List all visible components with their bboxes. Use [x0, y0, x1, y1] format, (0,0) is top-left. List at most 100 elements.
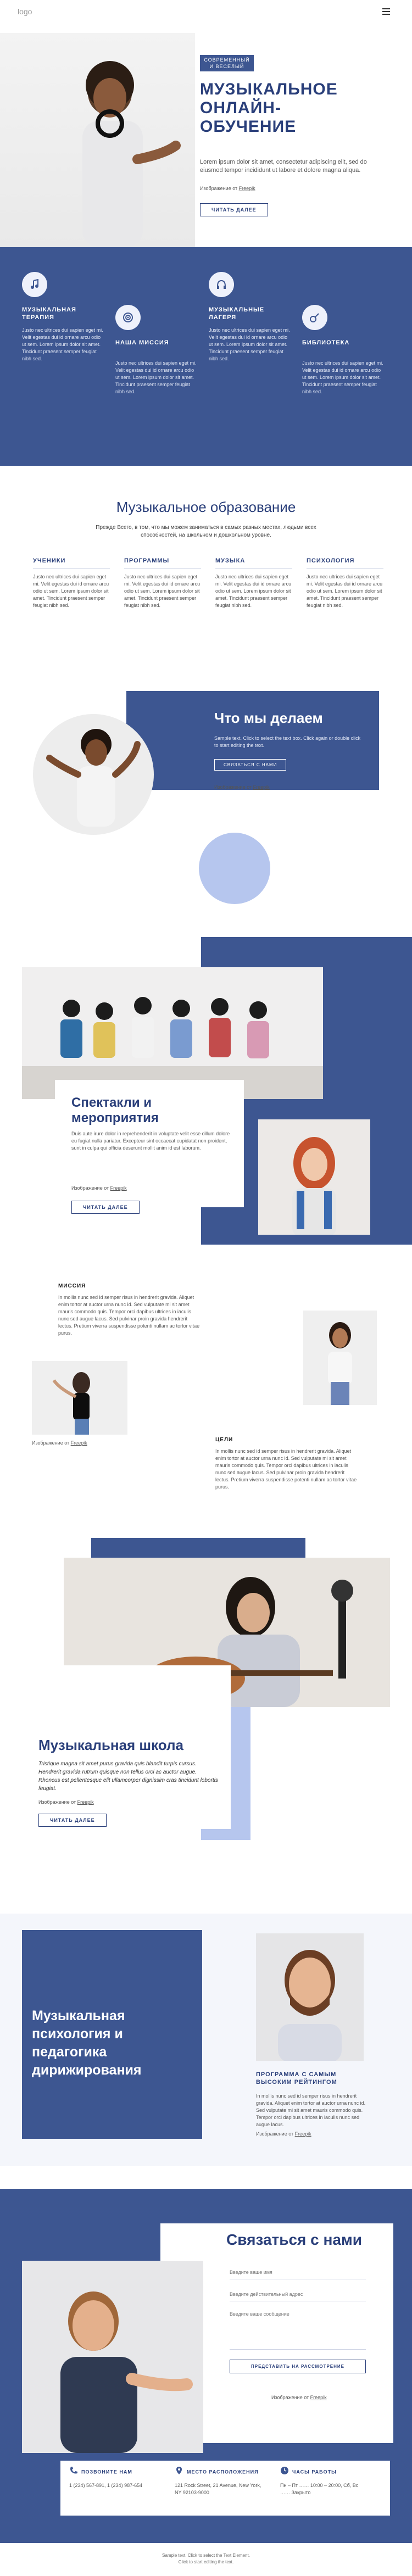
footer-line-1: Sample text. Click to select the Text El…	[162, 2553, 250, 2558]
mission-label: МИССИЯ	[58, 1283, 86, 1289]
girl-with-backpack-illustration	[292, 1137, 336, 1235]
education-column-title: ПСИХОЛОГИЯ	[307, 557, 383, 569]
contact-info-item: ЧАСЫ РАБОТЫ Пн – Пт …… 10:00 – 20:00, Сб,…	[280, 2466, 379, 2496]
psychology-text: In mollis nunc sed id semper risus in he…	[256, 2093, 366, 2127]
education-column-title: УЧЕНИКИ	[33, 557, 110, 569]
freepik-link[interactable]: Freepik	[310, 2395, 327, 2400]
freepik-link[interactable]: Freepik	[77, 1799, 94, 1805]
feature-title: НАША МИССИЯ	[115, 339, 169, 346]
hero-title: МУЗЫКАЛЬНОЕ ОНЛАЙН-ОБУЧЕНИЕ	[200, 80, 338, 136]
phone-icon	[69, 2466, 78, 2478]
feature-item: МУЗЫКАЛЬНЫЕ ЛАГЕРЯ Justo nec ultrices dui…	[209, 272, 291, 363]
header: logo	[0, 0, 412, 22]
events-caption: Изображение от Freepik	[71, 1185, 127, 1191]
feature-title: МУЗЫКАЛЬНЫЕ ЛАГЕРЯ	[209, 306, 265, 321]
hero-badge: СОВРЕМЕННЫЙ И ВЕСЕЛЫЙ	[200, 55, 254, 71]
woman-with-phone-illustration	[328, 1322, 352, 1405]
events-read-more-button[interactable]: ЧИТАТЬ ДАЛЕЕ	[71, 1201, 140, 1214]
events-group-photo	[22, 967, 323, 1099]
hero-text: Lorem ipsum dolor sit amet, consectetur …	[200, 159, 367, 174]
feature-text: Justo nec ultrices dui sapien eget mi. V…	[209, 327, 290, 361]
goals-photo	[303, 1311, 377, 1405]
goals-text: In mollis nunc sed id semper risus in he…	[215, 1448, 357, 1490]
education-section: Музыкальное образование Прежде Всего, в …	[0, 472, 412, 654]
mission-section: МИССИЯ In mollis nunc sed id semper risu…	[0, 1263, 412, 1521]
education-column-text: Justo nec ultrices dui sapien eget mi. V…	[124, 574, 201, 608]
mission-photo	[32, 1361, 127, 1435]
education-text: Прежде Всего, в том, что мы можем занима…	[96, 525, 316, 538]
name-field[interactable]	[230, 2265, 366, 2279]
decorative-circle	[199, 833, 270, 904]
hero-caption: Изображение от Freepik	[200, 186, 255, 191]
education-column-title: ПРОГРАММЫ	[124, 557, 201, 569]
footer-line-2: Click to start editing the text.	[178, 2560, 234, 2564]
contact-photo	[22, 2261, 203, 2453]
events-girl-photo	[258, 1119, 370, 1235]
message-field[interactable]	[230, 2311, 366, 2350]
contact-info-item: МЕСТО РАСПОЛОЖЕНИЯ 121 Rock Street, 21 Av…	[175, 2466, 274, 2496]
what-we-do-title: Что мы делаем	[214, 710, 323, 726]
school-title: Музыкальная школа	[38, 1737, 183, 1753]
feature-item: БИБЛИОТЕКА Justo nec ultrices dui sapien …	[302, 305, 385, 395]
students-group-illustration	[22, 997, 323, 1099]
school-caption: Изображение от Freepik	[38, 1799, 94, 1805]
education-column-text: Justo nec ultrices dui sapien eget mi. V…	[215, 574, 292, 608]
contact-info-title: ПОЗВОНИТЕ НАМ	[81, 2469, 132, 2475]
feature-title: МУЗЫКАЛЬНАЯ ТЕРАПИЯ	[22, 306, 76, 321]
contact-info-value: Пн – Пт …… 10:00 – 20:00, Сб, Вс …… Закр…	[280, 2483, 359, 2495]
education-column-title: МУЗЫКА	[215, 557, 292, 569]
man-with-headphones-illustration	[82, 61, 181, 247]
location-pin-icon	[175, 2466, 183, 2478]
education-column: МУЗЫКА Justo nec ultrices dui sapien eget…	[215, 557, 292, 609]
freepik-link[interactable]: Freepik	[71, 1440, 87, 1446]
hamburger-menu-icon[interactable]	[382, 8, 390, 15]
school-section: Музыкальная школа Tristique magna sit am…	[0, 1532, 412, 1884]
contact-caption: Изображение от Freepik	[271, 2395, 327, 2400]
psychology-section: Музыкальная психология и педагогика дири…	[0, 1914, 412, 2166]
school-read-more-button[interactable]: ЧИТАТЬ ДАЛЕЕ	[38, 1814, 107, 1827]
feature-text: Justo nec ultrices dui sapien eget mi. V…	[22, 327, 103, 361]
what-we-do-caption: Изображение от Freepik	[214, 784, 270, 790]
clock-icon	[280, 2466, 289, 2478]
events-title: Спектакли и мероприятия	[71, 1095, 159, 1125]
mission-caption: Изображение от Freepik	[32, 1440, 87, 1446]
psychology-photo	[256, 1933, 364, 2061]
freepik-link[interactable]: Freepik	[110, 1185, 127, 1191]
contact-info-title: ЧАСЫ РАБОТЫ	[292, 2469, 337, 2475]
education-column: ПСИХОЛОГИЯ Justo nec ultrices dui sapien …	[307, 557, 383, 609]
freepik-link[interactable]: Freepik	[295, 2131, 311, 2137]
contact-info-value: 1 (234) 567-891, 1 (234) 987-654	[69, 2483, 143, 2488]
hero-image	[0, 33, 195, 247]
goals-label: ЦЕЛИ	[215, 1437, 233, 1443]
freepik-link[interactable]: Freepik	[239, 186, 255, 191]
hero-read-more-button[interactable]: ЧИТАТЬ ДАЛЕЕ	[200, 203, 268, 216]
feature-title: БИБЛИОТЕКА	[302, 339, 350, 346]
what-we-do-section: Что мы делаем Sample text. Click to sele…	[0, 665, 412, 917]
guitar-icon	[302, 305, 327, 330]
contact-info-title: МЕСТО РАСПОЛОЖЕНИЯ	[187, 2469, 259, 2475]
bearded-man-illustration	[278, 1950, 342, 2061]
education-column: ПРОГРАММЫ Justo nec ultrices dui sapien e…	[124, 557, 201, 609]
man-pointing-illustration	[46, 729, 141, 827]
psychology-caption: Изображение от Freepik	[256, 2131, 311, 2137]
what-we-do-photo-circle	[33, 714, 154, 835]
email-field[interactable]	[230, 2287, 366, 2301]
contact-info-list: ПОЗВОНИТЕ НАМ 1 (234) 567-891, 1 (234) 98…	[69, 2466, 388, 2510]
education-column-text: Justo nec ultrices dui sapien eget mi. V…	[33, 574, 109, 608]
logo[interactable]: logo	[18, 7, 32, 16]
education-columns: УЧЕНИКИ Justo nec ultrices dui sapien ege…	[33, 557, 385, 634]
what-we-do-text: Sample text. Click to select the text bo…	[214, 735, 361, 748]
education-column: УЧЕНИКИ Justo nec ultrices dui sapien ege…	[33, 557, 110, 609]
contact-info-item: ПОЗВОНИТЕ НАМ 1 (234) 567-891, 1 (234) 98…	[69, 2466, 168, 2489]
education-column-text: Justo nec ultrices dui sapien eget mi. V…	[307, 574, 383, 608]
dancing-woman-illustration	[52, 1372, 90, 1435]
contact-us-button[interactable]: СВЯЗАТЬСЯ С НАМИ	[214, 759, 287, 771]
submit-button[interactable]: ПРЕДСТАВИТЬ НА РАССМОТРЕНИЕ	[230, 2360, 366, 2373]
psychology-subtitle: ПРОГРАММА С САМЫМ ВЫСОКИМ РЕЙТИНГОМ	[256, 2071, 337, 2086]
features-grid: МУЗЫКАЛЬНАЯ ТЕРАПИЯ Justo nec ultrices du…	[22, 272, 396, 437]
feature-text: Justo nec ultrices dui sapien eget mi. V…	[115, 360, 197, 394]
hero-section: СОВРЕМЕННЫЙ И ВЕСЕЛЫЙ МУЗЫКАЛЬНОЕ ОНЛАЙН…	[0, 22, 412, 247]
events-text: Duis aute irure dolor in reprehenderit i…	[71, 1131, 230, 1151]
man-pointing-contact-illustration	[60, 2291, 193, 2453]
freepik-link[interactable]: Freepik	[253, 784, 270, 790]
